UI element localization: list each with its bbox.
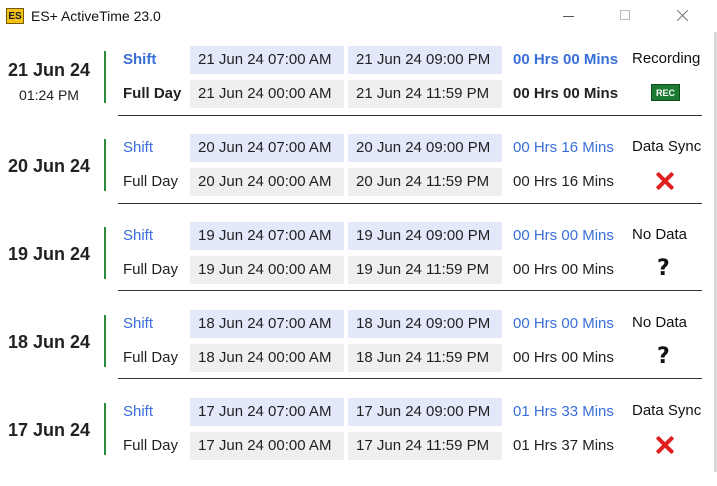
full-day-row: Full Day 17 Jun 24 00:00 AM 17 Jun 24 11… — [0, 432, 717, 460]
full-day-label: Full Day — [123, 85, 182, 102]
shift-start-time: 17 Jun 24 07:00 AM — [190, 398, 344, 426]
shift-start-time: 21 Jun 24 07:00 AM — [190, 46, 344, 74]
shift-end-time: 18 Jun 24 09:00 PM — [348, 310, 502, 338]
full-day-end-time: 20 Jun 24 11:59 PM — [348, 168, 502, 196]
shift-duration: 00 Hrs 00 Mins — [513, 51, 619, 68]
shift-row: Shift 17 Jun 24 07:00 AM 17 Jun 24 09:00… — [0, 398, 717, 426]
shift-row: Shift 21 Jun 24 07:00 AM 21 Jun 24 09:00… — [0, 46, 717, 74]
full-day-start-time: 17 Jun 24 00:00 AM — [190, 432, 344, 460]
minimize-icon — [563, 16, 574, 17]
full-day-row: Full Day 18 Jun 24 00:00 AM 18 Jun 24 11… — [0, 344, 717, 372]
close-icon — [676, 9, 689, 22]
full-day-duration: 00 Hrs 00 Mins — [513, 85, 619, 102]
minimize-button[interactable] — [545, 0, 591, 32]
shift-end-time: 17 Jun 24 09:00 PM — [348, 398, 502, 426]
full-day-label: Full Day — [123, 349, 179, 366]
full-day-row: Full Day 21 Jun 24 00:00 AM 21 Jun 24 11… — [0, 80, 717, 108]
full-day-row: Full Day 20 Jun 24 00:00 AM 20 Jun 24 11… — [0, 168, 717, 196]
shift-label: Shift — [123, 403, 154, 420]
shift-label: Shift — [123, 227, 154, 244]
shift-start-time: 18 Jun 24 07:00 AM — [190, 310, 344, 338]
full-day-start-time: 21 Jun 24 00:00 AM — [190, 80, 344, 108]
maximize-button[interactable] — [602, 0, 648, 32]
full-day-duration: 01 Hrs 37 Mins — [513, 437, 614, 454]
full-day-end-time: 19 Jun 24 11:59 PM — [348, 256, 502, 284]
status-text: Data Sync — [632, 138, 702, 155]
day-separator — [118, 378, 702, 379]
full-day-label: Full Day — [123, 437, 179, 454]
status-text: Recording — [632, 50, 701, 67]
rec-icon: REC — [651, 84, 680, 101]
full-day-duration: 00 Hrs 00 Mins — [513, 261, 614, 278]
x-icon — [655, 171, 675, 191]
maximize-icon — [620, 10, 630, 20]
status-text: No Data — [632, 314, 688, 331]
shift-label: Shift — [123, 315, 154, 332]
shift-row: Shift 18 Jun 24 07:00 AM 18 Jun 24 09:00… — [0, 310, 717, 338]
shift-start-time: 19 Jun 24 07:00 AM — [190, 222, 344, 250]
shift-duration: 01 Hrs 33 Mins — [513, 403, 614, 420]
full-day-start-time: 18 Jun 24 00:00 AM — [190, 344, 344, 372]
day-separator — [118, 290, 702, 291]
shift-end-time: 21 Jun 24 09:00 PM — [348, 46, 502, 74]
window-title: ES+ ActiveTime 23.0 — [31, 8, 161, 24]
full-day-duration: 00 Hrs 16 Mins — [513, 173, 614, 190]
shift-row: Shift 20 Jun 24 07:00 AM 20 Jun 24 09:00… — [0, 134, 717, 162]
full-day-start-time: 20 Jun 24 00:00 AM — [190, 168, 344, 196]
title-bar: ES ES+ ActiveTime 23.0 — [0, 0, 717, 32]
full-day-end-time: 21 Jun 24 11:59 PM — [348, 80, 502, 108]
shift-end-time: 19 Jun 24 09:00 PM — [348, 222, 502, 250]
full-day-end-time: 17 Jun 24 11:59 PM — [348, 432, 502, 460]
full-day-end-time: 18 Jun 24 11:59 PM — [348, 344, 502, 372]
shift-duration: 00 Hrs 00 Mins — [513, 315, 614, 332]
full-day-label: Full Day — [123, 173, 179, 190]
day-separator — [118, 115, 702, 116]
day-group: 18 Jun 24 Shift 18 Jun 24 07:00 AM 18 Ju… — [0, 306, 717, 392]
shift-row: Shift 19 Jun 24 07:00 AM 19 Jun 24 09:00… — [0, 222, 717, 250]
app-icon: ES — [6, 8, 24, 24]
question-icon: ? — [657, 344, 670, 369]
shift-duration: 00 Hrs 00 Mins — [513, 227, 614, 244]
x-icon — [655, 435, 675, 455]
full-day-start-time: 19 Jun 24 00:00 AM — [190, 256, 344, 284]
full-day-row: Full Day 19 Jun 24 00:00 AM 19 Jun 24 11… — [0, 256, 717, 284]
day-group: 19 Jun 24 Shift 19 Jun 24 07:00 AM 19 Ju… — [0, 218, 717, 304]
shift-start-time: 20 Jun 24 07:00 AM — [190, 134, 344, 162]
full-day-duration: 00 Hrs 00 Mins — [513, 349, 614, 366]
close-button[interactable] — [659, 0, 705, 32]
shift-label: Shift — [123, 139, 154, 156]
status-text: No Data — [632, 226, 688, 243]
shift-end-time: 20 Jun 24 09:00 PM — [348, 134, 502, 162]
status-text: Data Sync — [632, 402, 702, 419]
full-day-label: Full Day — [123, 261, 179, 278]
day-group: 17 Jun 24 Shift 17 Jun 24 07:00 AM 17 Ju… — [0, 394, 717, 480]
question-icon: ? — [657, 256, 670, 281]
day-separator — [118, 203, 702, 204]
shift-duration: 00 Hrs 16 Mins — [513, 139, 614, 156]
shift-label: Shift — [123, 51, 157, 68]
